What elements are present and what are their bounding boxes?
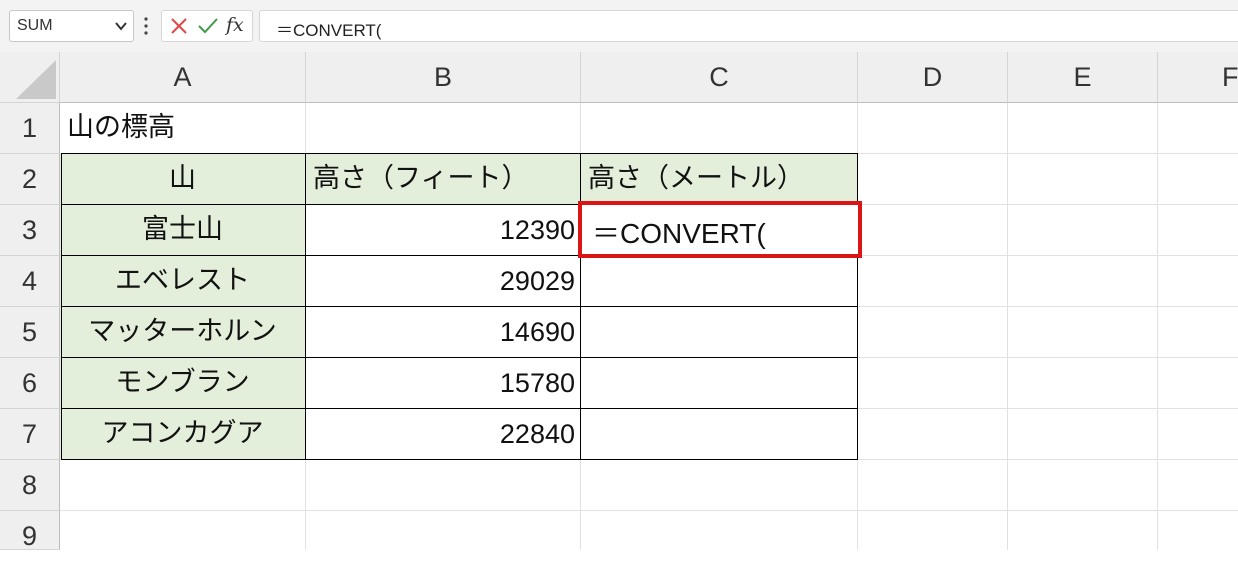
cell-b8[interactable]	[306, 460, 581, 511]
cell-f7[interactable]	[1158, 409, 1238, 460]
cell-b7[interactable]: 22840	[306, 409, 581, 460]
row-header-4[interactable]: 4	[0, 256, 60, 307]
column-header-f[interactable]: F	[1158, 52, 1238, 103]
formula-buttons: fx	[161, 10, 253, 42]
cell-a8[interactable]	[60, 460, 306, 511]
cell-a6[interactable]: モンブラン	[60, 358, 306, 409]
row-header-9[interactable]: 9	[0, 511, 60, 551]
cell-f1[interactable]	[1158, 103, 1238, 154]
name-box-value: SUM	[17, 17, 53, 34]
cell-d4[interactable]	[858, 256, 1008, 307]
row-header-7[interactable]: 7	[0, 409, 60, 460]
cell-e9[interactable]	[1008, 511, 1158, 550]
cell-c8[interactable]	[581, 460, 858, 511]
cell-d3[interactable]	[858, 205, 1008, 256]
column-header-c[interactable]: C	[581, 52, 858, 103]
cell-f3[interactable]	[1158, 205, 1238, 256]
column-header-b[interactable]: B	[306, 52, 581, 103]
row-header-2[interactable]: 2	[0, 154, 60, 205]
cell-f5[interactable]	[1158, 307, 1238, 358]
cell-f8[interactable]	[1158, 460, 1238, 511]
row-header-6[interactable]: 6	[0, 358, 60, 409]
formula-input[interactable]: ＝CONVERT(	[259, 10, 1238, 42]
check-icon[interactable]	[196, 15, 220, 41]
cell-e3[interactable]	[1008, 205, 1158, 256]
active-cell-editor[interactable]: ＝CONVERT(	[578, 201, 862, 258]
cell-e6[interactable]	[1008, 358, 1158, 409]
cell-b9[interactable]	[306, 511, 581, 550]
chevron-down-icon[interactable]	[113, 15, 129, 41]
cell-e8[interactable]	[1008, 460, 1158, 511]
cell-b2[interactable]: 高さ（フィート）	[306, 154, 581, 205]
cell-b5[interactable]: 14690	[306, 307, 581, 358]
cell-e2[interactable]	[1008, 154, 1158, 205]
more-options-icon[interactable]	[143, 14, 149, 42]
cell-f9[interactable]	[1158, 511, 1238, 550]
cell-c6[interactable]	[581, 358, 858, 409]
row-header-8[interactable]: 8	[0, 460, 60, 511]
cell-c4[interactable]	[581, 256, 858, 307]
cell-f6[interactable]	[1158, 358, 1238, 409]
cell-d8[interactable]	[858, 460, 1008, 511]
cell-a5[interactable]: マッターホルン	[60, 307, 306, 358]
cell-b3[interactable]: 12390	[306, 205, 581, 256]
insert-function-icon[interactable]: fx	[226, 14, 244, 36]
column-header-d[interactable]: D	[858, 52, 1008, 103]
select-all-corner[interactable]	[0, 52, 60, 103]
cell-c2[interactable]: 高さ（メートル）	[581, 154, 858, 205]
cell-c5[interactable]	[581, 307, 858, 358]
active-cell-formula: ＝CONVERT(	[592, 218, 766, 249]
cell-a2[interactable]: 山	[60, 154, 306, 205]
cell-c9[interactable]	[581, 511, 858, 550]
cell-d1[interactable]	[858, 103, 1008, 154]
cell-d6[interactable]	[858, 358, 1008, 409]
cell-e5[interactable]	[1008, 307, 1158, 358]
cell-b6[interactable]: 15780	[306, 358, 581, 409]
cell-e1[interactable]	[1008, 103, 1158, 154]
name-box[interactable]: SUM	[9, 10, 134, 42]
formula-bar-area: SUM fx ＝CONVERT(	[0, 0, 1238, 52]
cell-c1[interactable]	[581, 103, 858, 154]
cell-d5[interactable]	[858, 307, 1008, 358]
cell-a3[interactable]: 富士山	[60, 205, 306, 256]
cell-a7[interactable]: アコンカグア	[60, 409, 306, 460]
cell-d2[interactable]	[858, 154, 1008, 205]
cell-f2[interactable]	[1158, 154, 1238, 205]
cell-f4[interactable]	[1158, 256, 1238, 307]
x-icon[interactable]	[168, 15, 190, 41]
cell-c7[interactable]	[581, 409, 858, 460]
formula-text: ＝CONVERT(	[276, 21, 382, 40]
column-header-a[interactable]: A	[60, 52, 306, 103]
row-header-3[interactable]: 3	[0, 205, 60, 256]
row-header-5[interactable]: 5	[0, 307, 60, 358]
cell-a4[interactable]: エベレスト	[60, 256, 306, 307]
row-header-1[interactable]: 1	[0, 103, 60, 154]
cell-d7[interactable]	[858, 409, 1008, 460]
cell-d9[interactable]	[858, 511, 1008, 550]
column-header-e[interactable]: E	[1008, 52, 1158, 103]
cell-b4[interactable]: 29029	[306, 256, 581, 307]
cell-a9[interactable]	[60, 511, 306, 550]
cell-a1[interactable]: 山の標高	[60, 103, 306, 154]
cell-e4[interactable]	[1008, 256, 1158, 307]
cell-b1[interactable]	[306, 103, 581, 154]
cell-e7[interactable]	[1008, 409, 1158, 460]
